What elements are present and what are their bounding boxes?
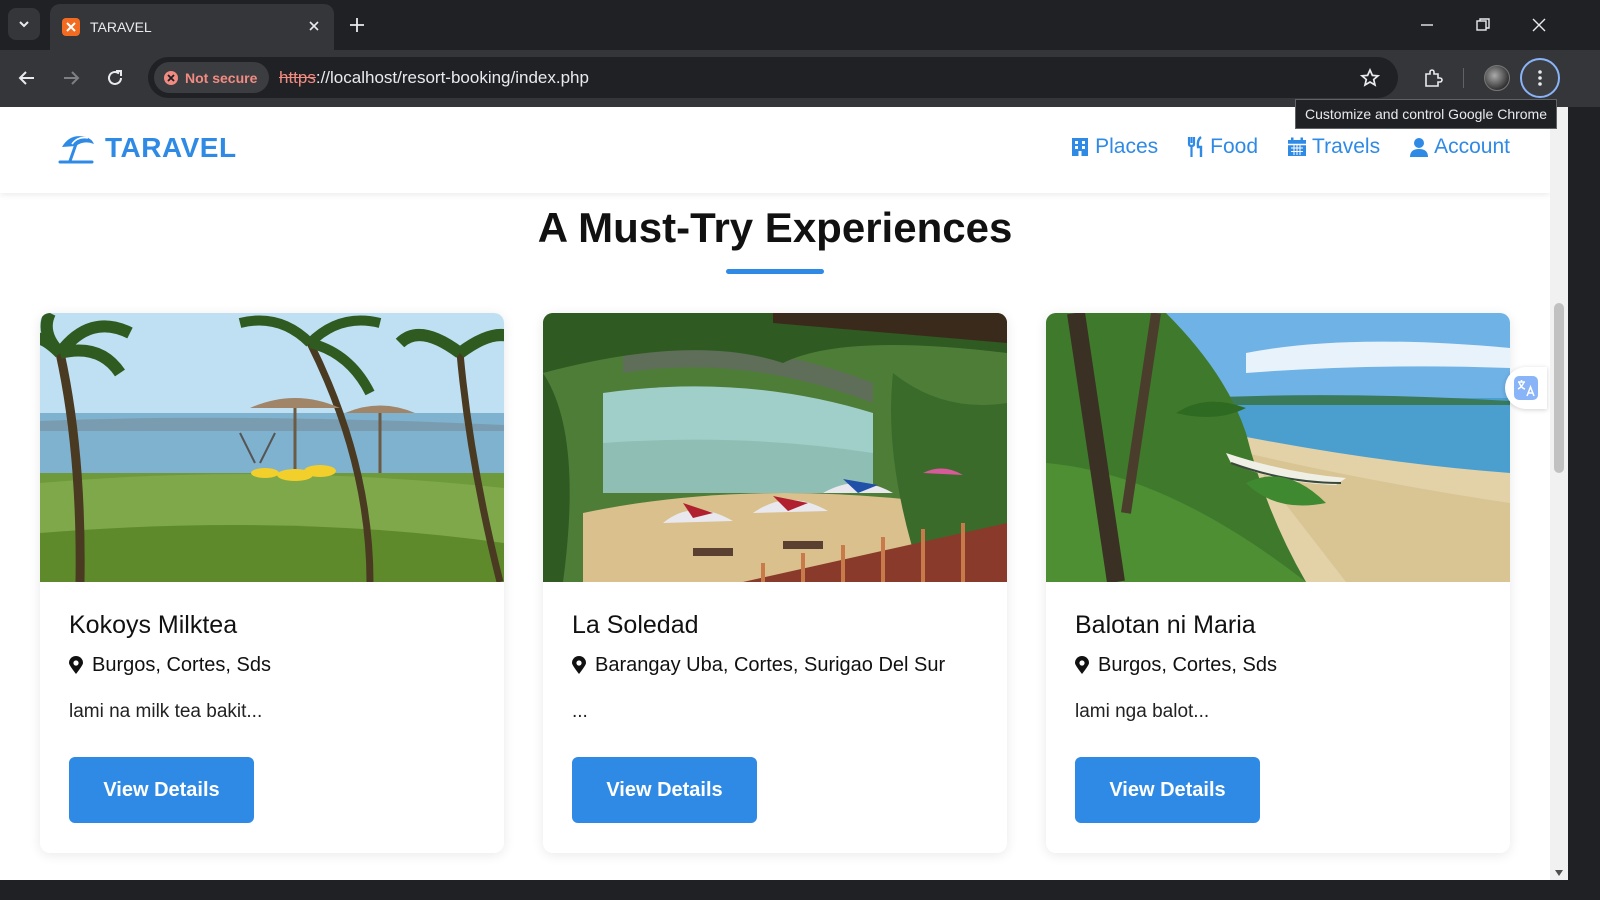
tab-title: TARAVEL bbox=[90, 19, 152, 35]
address-bar[interactable]: Not secure https://localhost/resort-book… bbox=[148, 57, 1398, 98]
title-underline bbox=[726, 269, 824, 274]
translate-icon bbox=[1514, 376, 1538, 400]
chrome-menu-button[interactable] bbox=[1520, 58, 1560, 98]
calendar-icon bbox=[1288, 137, 1307, 156]
beach-palm-umbrellas-photo bbox=[40, 313, 504, 582]
tab-strip: TARAVEL bbox=[0, 0, 1600, 50]
tab-close-icon[interactable] bbox=[304, 16, 324, 36]
nav-food[interactable]: Food bbox=[1187, 135, 1258, 159]
nav-food-label: Food bbox=[1210, 135, 1259, 158]
warning-icon bbox=[164, 70, 178, 85]
security-chip[interactable]: Not secure bbox=[154, 62, 270, 93]
view-details-button[interactable]: View Details bbox=[69, 757, 254, 823]
beach-umbrella-icon bbox=[58, 136, 94, 164]
card-location: Burgos, Cortes, Sds bbox=[69, 654, 271, 677]
close-window-icon[interactable] bbox=[1524, 10, 1554, 40]
window-edge bbox=[1568, 107, 1600, 900]
bookmark-star-icon[interactable] bbox=[1355, 63, 1385, 93]
page-viewport: TARAVEL Places Food Travels Account A Mu… bbox=[0, 107, 1550, 880]
place-card: Kokoys Milktea Burgos, Cortes, Sds lami … bbox=[40, 313, 504, 853]
menu-tooltip: Customize and control Google Chrome bbox=[1295, 99, 1558, 129]
map-pin-icon bbox=[1075, 656, 1089, 674]
restore-icon[interactable] bbox=[1468, 10, 1498, 40]
place-card: La Soledad Barangay Uba, Cortes, Surigao… bbox=[543, 313, 1007, 853]
section-title: A Must-Try Experiences bbox=[537, 204, 1013, 251]
forward-arrow-icon[interactable] bbox=[56, 63, 86, 93]
nav-account-label: Account bbox=[1434, 135, 1510, 158]
browser-tab[interactable]: TARAVEL bbox=[50, 4, 334, 50]
brand-logo[interactable]: TARAVEL bbox=[58, 132, 237, 164]
card-location: Barangay Uba, Cortes, Surigao Del Sur bbox=[572, 654, 945, 677]
card-location-text: Burgos, Cortes, Sds bbox=[92, 654, 271, 676]
card-location-text: Burgos, Cortes, Sds bbox=[1098, 654, 1277, 676]
brand-name: TARAVEL bbox=[105, 132, 237, 163]
scroll-down-arrow-icon[interactable] bbox=[1554, 868, 1564, 878]
utensils-icon bbox=[1188, 136, 1203, 157]
minimize-icon[interactable] bbox=[1412, 10, 1442, 40]
view-details-button[interactable]: View Details bbox=[1075, 757, 1260, 823]
card-description: lami na milk tea bakit... bbox=[69, 701, 263, 722]
building-icon bbox=[1072, 138, 1089, 156]
card-description: lami nga balot... bbox=[1075, 701, 1210, 722]
nav-account[interactable]: Account bbox=[1409, 135, 1510, 159]
url-path: ://localhost/resort-booking/index.php bbox=[315, 68, 589, 87]
place-card: Balotan ni Maria Burgos, Cortes, Sds lam… bbox=[1046, 313, 1510, 853]
more-vertical-icon bbox=[1538, 70, 1542, 86]
xampp-favicon-icon bbox=[62, 18, 80, 36]
card-location: Burgos, Cortes, Sds bbox=[1075, 654, 1277, 677]
card-location-text: Barangay Uba, Cortes, Surigao Del Sur bbox=[595, 654, 946, 676]
chevron-down-icon bbox=[19, 21, 29, 28]
translate-button[interactable] bbox=[1505, 367, 1547, 409]
new-tab-plus-icon[interactable] bbox=[344, 12, 370, 38]
card-title: Balotan ni Maria bbox=[1075, 611, 1256, 639]
nav-travels[interactable]: Travels bbox=[1287, 135, 1380, 159]
toolbar-divider bbox=[1463, 68, 1464, 88]
scrollbar-thumb[interactable] bbox=[1554, 303, 1564, 473]
tab-search-button[interactable] bbox=[8, 8, 40, 40]
window-bottom-edge bbox=[0, 880, 1600, 900]
beach-shore-boat-photo bbox=[1046, 313, 1510, 582]
user-icon bbox=[1410, 138, 1429, 157]
card-title: La Soledad bbox=[572, 611, 699, 639]
beach-cove-umbrellas-photo bbox=[543, 313, 1007, 582]
map-pin-icon bbox=[69, 656, 83, 674]
card-title: Kokoys Milktea bbox=[69, 611, 238, 639]
nav-places[interactable]: Places bbox=[1070, 135, 1158, 159]
extensions-puzzle-icon[interactable] bbox=[1418, 63, 1448, 93]
security-label: Not secure bbox=[185, 69, 258, 86]
nav-travels-label: Travels bbox=[1312, 135, 1381, 158]
profile-avatar[interactable] bbox=[1484, 65, 1510, 91]
url-text[interactable]: https://localhost/resort-booking/index.p… bbox=[279, 68, 589, 88]
url-protocol: https bbox=[279, 68, 316, 87]
map-pin-icon bbox=[572, 656, 586, 674]
card-description: ... bbox=[572, 701, 588, 722]
main-nav: Places Food Travels Account bbox=[1070, 135, 1510, 159]
reload-icon[interactable] bbox=[100, 63, 130, 93]
view-details-button[interactable]: View Details bbox=[572, 757, 757, 823]
back-arrow-icon[interactable] bbox=[12, 63, 42, 93]
nav-places-label: Places bbox=[1095, 135, 1159, 158]
page-scrollbar[interactable] bbox=[1550, 107, 1568, 880]
